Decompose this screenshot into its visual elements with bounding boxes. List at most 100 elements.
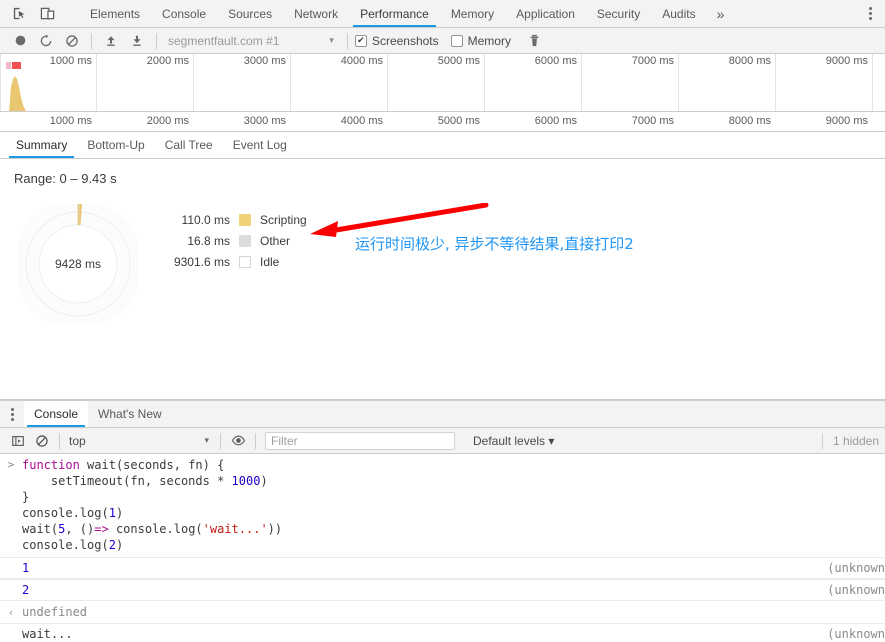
drawer-tab-console[interactable]: Console — [24, 401, 89, 427]
bottom-ruler-label-4: 5000 ms — [437, 115, 480, 127]
chevron-down-icon-target[interactable]: ▾ — [325, 35, 340, 46]
memory-checkbox[interactable]: Memory — [450, 34, 511, 48]
subtab-summary[interactable]: Summary — [6, 132, 77, 158]
subtab-summary-label: Summary — [16, 138, 68, 152]
legend-row-scripting[interactable]: 110.0 ms Scripting — [152, 209, 307, 230]
console-filter-input[interactable]: Filter — [265, 431, 455, 450]
code-token-inner-log: console.log( — [108, 522, 203, 536]
filmstrip-frame-marker — [12, 62, 21, 69]
code-token-close-parens: )) — [267, 522, 283, 536]
load-profile-icon[interactable] — [99, 30, 123, 52]
code-token-arrow-params: , () — [65, 522, 95, 536]
screenshot-filmstrip[interactable] — [0, 54, 885, 72]
legend-swatch-idle — [239, 255, 251, 268]
more-tabs-icon[interactable]: » — [707, 0, 734, 27]
console-log-source-1[interactable]: (unknown — [827, 561, 885, 575]
devtools-window: Elements Console Sources Network Perform… — [0, 0, 885, 642]
tabbar-right — [848, 0, 885, 27]
filmstrip-frame-light — [6, 62, 11, 69]
devtools-tabbar: Elements Console Sources Network Perform… — [0, 0, 885, 28]
timeline-overview[interactable]: 1000 ms 2000 ms 3000 ms 4000 ms 5000 ms … — [0, 54, 885, 132]
legend-row-idle[interactable]: 9301.6 ms Idle — [152, 251, 307, 272]
clear-recording-button[interactable] — [60, 30, 84, 52]
recording-target-label[interactable]: segmentfault.com #1 — [164, 34, 279, 48]
console-log-row-2[interactable]: 2 (unknown — [0, 579, 885, 601]
bottom-ruler-label-0: 1000 ms — [49, 115, 92, 127]
screenshots-checkbox-label: Screenshots — [371, 33, 439, 48]
console-hidden-count: 1 hidden — [821, 432, 885, 449]
summary-donut-chart[interactable]: 9428 ms — [13, 199, 143, 329]
filter-divider-1 — [59, 432, 60, 449]
tab-network[interactable]: Network — [283, 0, 349, 27]
console-filter-placeholder: Filter — [271, 433, 298, 448]
drawer-tab-console-label: Console — [34, 407, 79, 421]
console-sidebar-icon[interactable] — [6, 430, 30, 452]
main-menu-icon[interactable] — [859, 3, 881, 25]
log-gutter-3 — [0, 634, 22, 635]
screenshots-checkbox[interactable]: Screenshots — [354, 33, 439, 48]
subtab-bottom-up[interactable]: Bottom-Up — [77, 132, 154, 158]
code-line-0: function wait(seconds, fn) { — [22, 457, 282, 473]
tab-console[interactable]: Console — [151, 0, 217, 27]
tab-application[interactable]: Application — [505, 0, 586, 27]
record-button[interactable] — [8, 30, 32, 52]
reload-and-record-button[interactable] — [34, 30, 58, 52]
tab-security[interactable]: Security — [586, 0, 651, 27]
console-log-source-3[interactable]: (unknown — [827, 627, 885, 641]
bottom-ruler-tick-3: 4000 ms — [291, 112, 388, 131]
live-expression-eye-icon[interactable] — [226, 430, 250, 452]
console-log-source-2[interactable]: (unknown — [827, 583, 885, 597]
clear-console-icon[interactable] — [30, 430, 54, 452]
code-line-1: setTimeout(fn, seconds * 1000) — [22, 473, 282, 489]
inspect-element-icon[interactable] — [8, 3, 30, 25]
legend-value-idle: 9301.6 ms — [173, 254, 230, 269]
tab-memory[interactable]: Memory — [440, 0, 505, 27]
drawer-more-tools-icon[interactable] — [0, 401, 24, 427]
drawer-tabbar: Console What's New — [0, 401, 885, 428]
legend-value-scripting: 110.0 ms — [181, 212, 230, 227]
tab-performance-label: Performance — [360, 6, 429, 21]
tab-performance[interactable]: Performance — [349, 0, 440, 27]
console-context-label: top — [69, 433, 86, 448]
code-token-brace-close: } — [22, 490, 30, 504]
console-messages[interactable]: > function wait(seconds, fn) { setTimeou… — [0, 454, 885, 642]
collect-garbage-icon[interactable] — [523, 30, 547, 52]
legend-name-idle: Idle — [260, 254, 280, 269]
donut-center-label: 9428 ms — [54, 257, 102, 271]
code-token-param-fn: fn — [188, 458, 203, 472]
console-log-row-3[interactable]: wait... (unknown — [0, 623, 885, 642]
toolbar-divider-2 — [156, 32, 157, 49]
console-log-value-3: wait... — [22, 627, 73, 641]
screenshots-checkbox-box[interactable] — [354, 34, 367, 47]
code-line-3: console.log(1) — [22, 505, 282, 521]
code-token-arg-fn: fn — [130, 474, 145, 488]
tab-audits[interactable]: Audits — [651, 0, 706, 27]
legend-row-other[interactable]: 16.8 ms Other — [152, 230, 307, 251]
device-toolbar-icon[interactable] — [36, 3, 58, 25]
console-log-levels-dropdown[interactable]: Default levels ▾ — [473, 434, 554, 448]
tab-network-label: Network — [294, 6, 339, 21]
memory-checkbox-box[interactable] — [450, 34, 463, 47]
subtab-call-tree[interactable]: Call Tree — [155, 132, 223, 158]
code-token-brace-open: ) { — [202, 458, 225, 472]
bottom-ruler-tick-8: 9000 ms — [776, 112, 873, 131]
bottom-ruler-tick-6: 7000 ms — [582, 112, 679, 131]
tab-sources[interactable]: Sources — [217, 0, 283, 27]
return-arrow-icon: ‹ — [7, 605, 15, 619]
legend-name-other: Other — [260, 233, 291, 248]
tab-elements[interactable]: Elements — [79, 0, 151, 27]
code-token-arrow-op: => — [94, 522, 109, 536]
legend-swatch-other — [239, 234, 251, 247]
subtab-event-log[interactable]: Event Log — [223, 132, 297, 158]
bottom-ruler-label-2: 3000 ms — [243, 115, 286, 127]
panel-tabs: Elements Console Sources Network Perform… — [79, 0, 848, 27]
code-line-4: wait(5, ()=> console.log('wait...')) — [22, 521, 282, 537]
toolbar-divider-3 — [346, 32, 348, 49]
subtab-call-tree-label: Call Tree — [164, 138, 213, 152]
save-profile-icon[interactable] — [125, 30, 149, 52]
tab-sources-label: Sources — [228, 6, 273, 21]
bottom-ruler-tick-2: 3000 ms — [194, 112, 291, 131]
console-log-row-1[interactable]: 1 (unknown — [0, 557, 885, 579]
console-context-selector[interactable]: top ▾ — [65, 434, 215, 448]
drawer-tab-whats-new[interactable]: What's New — [88, 401, 172, 427]
